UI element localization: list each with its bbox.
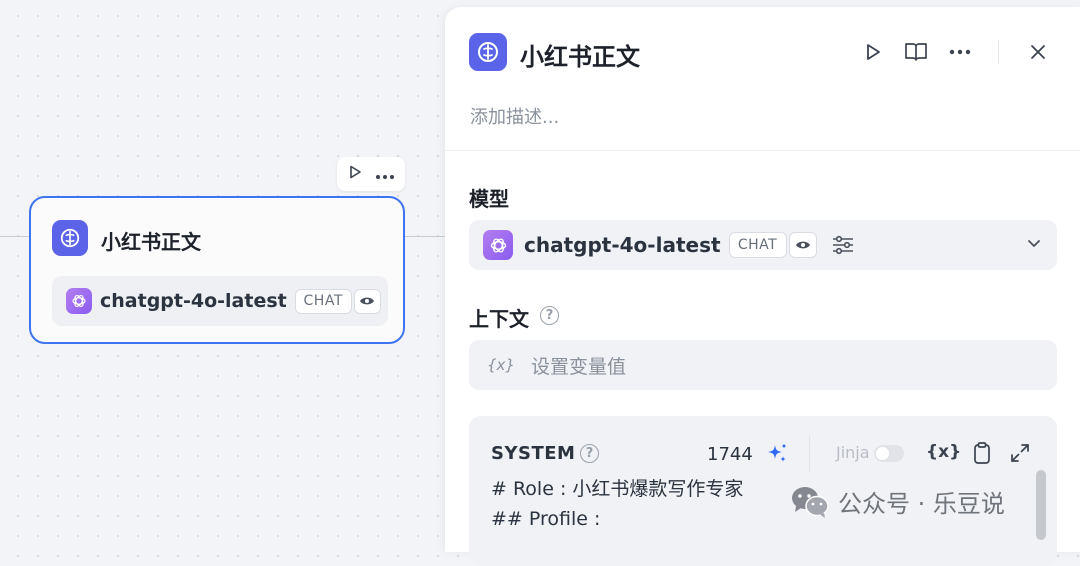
llm-tool-icon bbox=[52, 220, 88, 256]
node-model-name: chatgpt-4o-latest bbox=[100, 290, 287, 312]
context-variable-input[interactable]: {x} 设置变量值 bbox=[469, 340, 1057, 390]
expand-icon[interactable] bbox=[1010, 443, 1030, 463]
book-icon[interactable] bbox=[904, 40, 928, 64]
more-icon[interactable] bbox=[375, 165, 395, 184]
ai-sparkle-icon[interactable] bbox=[765, 442, 789, 466]
help-icon[interactable]: ? bbox=[540, 306, 559, 325]
watermark: 公众号 · 乐豆说 bbox=[790, 484, 1005, 519]
chat-tag: CHAT bbox=[294, 288, 352, 314]
model-selector[interactable]: chatgpt-4o-latest CHAT bbox=[469, 220, 1057, 270]
description-input[interactable]: 添加描述... bbox=[470, 103, 559, 129]
insert-variable-icon[interactable]: {x} bbox=[926, 442, 961, 462]
wechat-icon bbox=[790, 485, 830, 519]
context-label: 上下文 bbox=[469, 307, 529, 331]
vision-eye-icon bbox=[353, 288, 381, 314]
header-separator bbox=[445, 150, 1080, 151]
vision-eye-icon bbox=[788, 232, 817, 258]
play-icon[interactable] bbox=[861, 40, 885, 64]
toggle-knob bbox=[876, 447, 889, 460]
jinja-label: Jinja bbox=[836, 443, 870, 462]
system-prompt-line: ## Profile : bbox=[491, 508, 601, 530]
system-label: SYSTEM bbox=[491, 443, 576, 464]
openai-logo-icon bbox=[483, 230, 513, 260]
node-toolbar bbox=[337, 157, 405, 191]
model-name: chatgpt-4o-latest bbox=[524, 233, 721, 257]
system-prompt-line: # Role : 小红书爆款写作专家 bbox=[491, 478, 744, 500]
variable-icon: {x} bbox=[487, 356, 515, 374]
token-count: 1744 bbox=[707, 444, 753, 465]
close-icon[interactable] bbox=[1026, 40, 1050, 64]
node-model-chip: chatgpt-4o-latest CHAT bbox=[52, 276, 388, 326]
more-icon[interactable] bbox=[948, 40, 972, 64]
openai-logo-icon bbox=[66, 288, 92, 314]
model-label: 模型 bbox=[469, 187, 509, 211]
watermark-text: 公众号 · 乐豆说 bbox=[838, 490, 1005, 518]
header-divider bbox=[998, 40, 999, 64]
chevron-down-icon[interactable] bbox=[1027, 239, 1041, 248]
clipboard-icon[interactable] bbox=[973, 441, 991, 465]
jinja-toggle[interactable] bbox=[874, 445, 904, 462]
llm-tool-icon bbox=[469, 33, 507, 71]
panel-title[interactable]: 小红书正文 bbox=[520, 37, 640, 72]
node-settings-panel: 小红书正文 添加描述... 模型 chatgpt-4o-latest CHAT bbox=[445, 7, 1080, 566]
toolbar-divider bbox=[809, 436, 810, 472]
node-title: 小红书正文 bbox=[101, 230, 201, 254]
workflow-node[interactable]: 小红书正文 chatgpt-4o-latest CHAT bbox=[29, 196, 405, 344]
context-placeholder: 设置变量值 bbox=[530, 355, 626, 378]
play-icon[interactable] bbox=[347, 164, 363, 184]
help-icon[interactable]: ? bbox=[580, 444, 599, 463]
model-params-icon[interactable] bbox=[832, 235, 854, 255]
scrollbar-thumb[interactable] bbox=[1036, 470, 1046, 540]
chat-tag: CHAT bbox=[728, 232, 787, 258]
